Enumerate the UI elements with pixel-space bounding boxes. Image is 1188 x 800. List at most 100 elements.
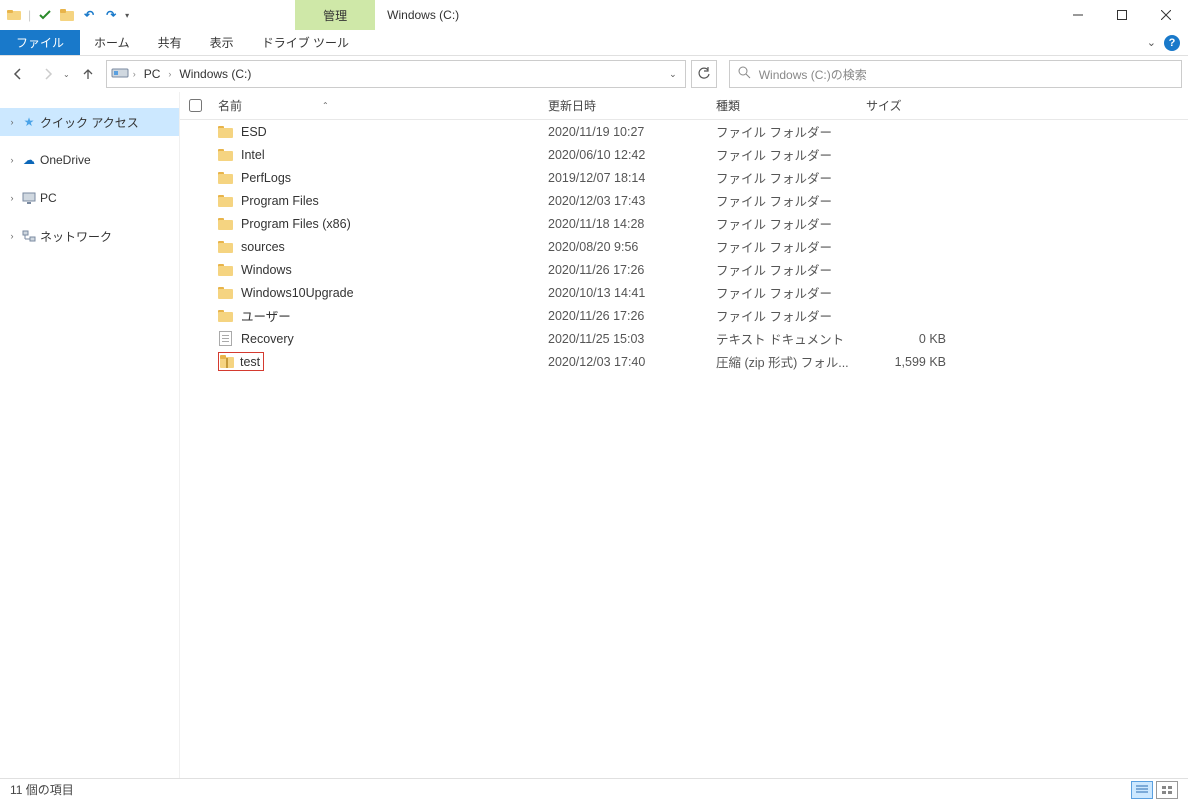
file-date: 2019/12/07 18:14	[540, 171, 708, 185]
file-row[interactable]: Recovery2020/11/25 15:03テキスト ドキュメント0 KB	[180, 327, 1188, 350]
file-date: 2020/08/20 9:56	[540, 240, 708, 254]
undo-icon[interactable]: ↶	[81, 7, 97, 23]
file-type-icon	[218, 285, 233, 300]
address-dropdown-icon[interactable]: ⌄	[669, 69, 677, 80]
file-name: PerfLogs	[241, 171, 291, 185]
file-row[interactable]: sources2020/08/20 9:56ファイル フォルダー	[180, 235, 1188, 258]
file-type: ファイル フォルダー	[708, 145, 858, 164]
file-type-icon	[218, 170, 233, 185]
file-name: Intel	[241, 148, 265, 162]
file-size: 1,599 KB	[858, 355, 958, 369]
file-row[interactable]: Windows 2020/11/26 17:26ファイル フォルダー	[180, 258, 1188, 281]
quick-access-toolbar: | ↶ ↷ ▾	[0, 0, 135, 30]
maximize-button[interactable]	[1100, 0, 1144, 30]
checkmark-icon[interactable]	[37, 7, 53, 23]
sidebar-label: OneDrive	[40, 153, 91, 167]
file-date: 2020/11/26 17:26	[540, 263, 708, 277]
ribbon-context-tab[interactable]: 管理	[295, 0, 375, 30]
ribbon-tab-view[interactable]: 表示	[196, 30, 248, 55]
recent-locations-icon[interactable]: ⌄	[63, 70, 70, 79]
file-type-icon	[218, 262, 233, 277]
column-header-date[interactable]: 更新日時	[540, 92, 708, 119]
sidebar-label: PC	[40, 191, 57, 205]
sidebar-label: ネットワーク	[40, 228, 112, 245]
expand-icon[interactable]: ›	[6, 117, 18, 127]
ribbon-tab-drive-tools[interactable]: ドライブ ツール	[248, 30, 363, 55]
search-placeholder: Windows (C:)の検索	[759, 66, 867, 83]
expand-icon[interactable]: ›	[6, 155, 18, 165]
file-date: 2020/12/03 17:43	[540, 194, 708, 208]
file-type: ファイル フォルダー	[708, 306, 858, 325]
file-row[interactable]: Windows10Upgrade2020/10/13 14:41ファイル フォル…	[180, 281, 1188, 304]
breadcrumb-sep-icon[interactable]: ›	[131, 69, 138, 79]
sidebar-item-network[interactable]: › ネットワーク	[0, 222, 179, 250]
file-name: Recovery	[241, 332, 294, 346]
large-icons-view-button[interactable]	[1156, 781, 1178, 799]
help-icon[interactable]: ?	[1164, 35, 1180, 51]
sidebar-item-quick-access[interactable]: › ★ クイック アクセス	[0, 108, 179, 136]
file-date: 2020/06/10 12:42	[540, 148, 708, 162]
pc-icon	[22, 191, 36, 205]
forward-button[interactable]	[36, 62, 60, 86]
qat-dropdown-icon[interactable]: ▾	[125, 11, 129, 20]
minimize-button[interactable]	[1056, 0, 1100, 30]
sidebar-item-onedrive[interactable]: › ☁ OneDrive	[0, 146, 179, 174]
up-button[interactable]	[76, 62, 100, 86]
breadcrumb-sep-icon[interactable]: ›	[166, 69, 173, 79]
file-type-icon	[218, 308, 233, 323]
file-type: ファイル フォルダー	[708, 168, 858, 187]
file-date: 2020/11/25 15:03	[540, 332, 708, 346]
select-all-checkbox[interactable]	[189, 99, 202, 112]
file-row[interactable]: Intel 2020/06/10 12:42ファイル フォルダー	[180, 143, 1188, 166]
file-type: ファイル フォルダー	[708, 214, 858, 233]
column-header-type[interactable]: 種類	[708, 92, 858, 119]
close-button[interactable]	[1144, 0, 1188, 30]
status-count: 11 個の項目	[10, 781, 74, 798]
breadcrumb-pc[interactable]: PC	[140, 67, 165, 81]
file-name: test	[240, 355, 260, 369]
file-type: ファイル フォルダー	[708, 237, 858, 256]
file-row[interactable]: ESD2020/11/19 10:27ファイル フォルダー	[180, 120, 1188, 143]
file-type-icon	[218, 239, 233, 254]
file-type: ファイル フォルダー	[708, 283, 858, 302]
ribbon-tab-file[interactable]: ファイル	[0, 30, 80, 55]
column-headers: 名前 ⌃ 更新日時 種類 サイズ	[180, 92, 1188, 120]
back-button[interactable]	[6, 62, 30, 86]
file-row[interactable]: Program Files (x86) 2020/11/18 14:28ファイル …	[180, 212, 1188, 235]
sort-asc-icon: ⌃	[322, 101, 329, 110]
expand-icon[interactable]: ›	[6, 193, 18, 203]
file-name: ユーザー	[241, 306, 291, 325]
expand-icon[interactable]: ›	[6, 231, 18, 241]
address-bar[interactable]: › PC › Windows (C:) ⌄	[106, 60, 686, 88]
file-name: Windows	[241, 263, 292, 277]
column-header-name[interactable]: 名前 ⌃	[210, 92, 540, 119]
search-icon	[738, 66, 751, 82]
file-row[interactable]: ユーザー 2020/11/26 17:26ファイル フォルダー	[180, 304, 1188, 327]
file-type: ファイル フォルダー	[708, 122, 858, 141]
column-header-size[interactable]: サイズ	[858, 92, 958, 119]
sidebar-item-pc[interactable]: › PC	[0, 184, 179, 212]
details-view-button[interactable]	[1131, 781, 1153, 799]
navigation-bar: ⌄ › PC › Windows (C:) ⌄ Windows (C:)の検索	[0, 56, 1188, 92]
file-list: ESD2020/11/19 10:27ファイル フォルダー Intel 2020/0…	[180, 120, 1188, 778]
file-date: 2020/11/18 14:28	[540, 217, 708, 231]
refresh-button[interactable]	[691, 60, 717, 88]
file-row[interactable]: PerfLogs 2019/12/07 18:14ファイル フォルダー	[180, 166, 1188, 189]
file-type-icon	[218, 216, 233, 231]
sidebar-label: クイック アクセス	[40, 114, 139, 131]
ribbon-tab-share[interactable]: 共有	[144, 30, 196, 55]
ribbon-expand-icon[interactable]: ⌄	[1147, 36, 1156, 49]
file-date: 2020/10/13 14:41	[540, 286, 708, 300]
window-title: Windows (C:)	[375, 0, 471, 30]
file-row[interactable]: Program Files2020/12/03 17:43ファイル フォルダー	[180, 189, 1188, 212]
redo-icon[interactable]: ↷	[103, 7, 119, 23]
ribbon-tab-home[interactable]: ホーム	[80, 30, 144, 55]
ribbon-tabs: ファイル ホーム 共有 表示 ドライブ ツール ⌄ ?	[0, 30, 1188, 56]
file-type: ファイル フォルダー	[708, 260, 858, 279]
file-name: Program Files (x86)	[241, 217, 351, 231]
file-row[interactable]: test2020/12/03 17:40圧縮 (zip 形式) フォル...1,…	[180, 350, 1188, 373]
breadcrumb-current[interactable]: Windows (C:)	[175, 67, 255, 81]
search-box[interactable]: Windows (C:)の検索	[729, 60, 1182, 88]
file-date: 2020/11/26 17:26	[540, 309, 708, 323]
folder-icon[interactable]	[59, 7, 75, 23]
